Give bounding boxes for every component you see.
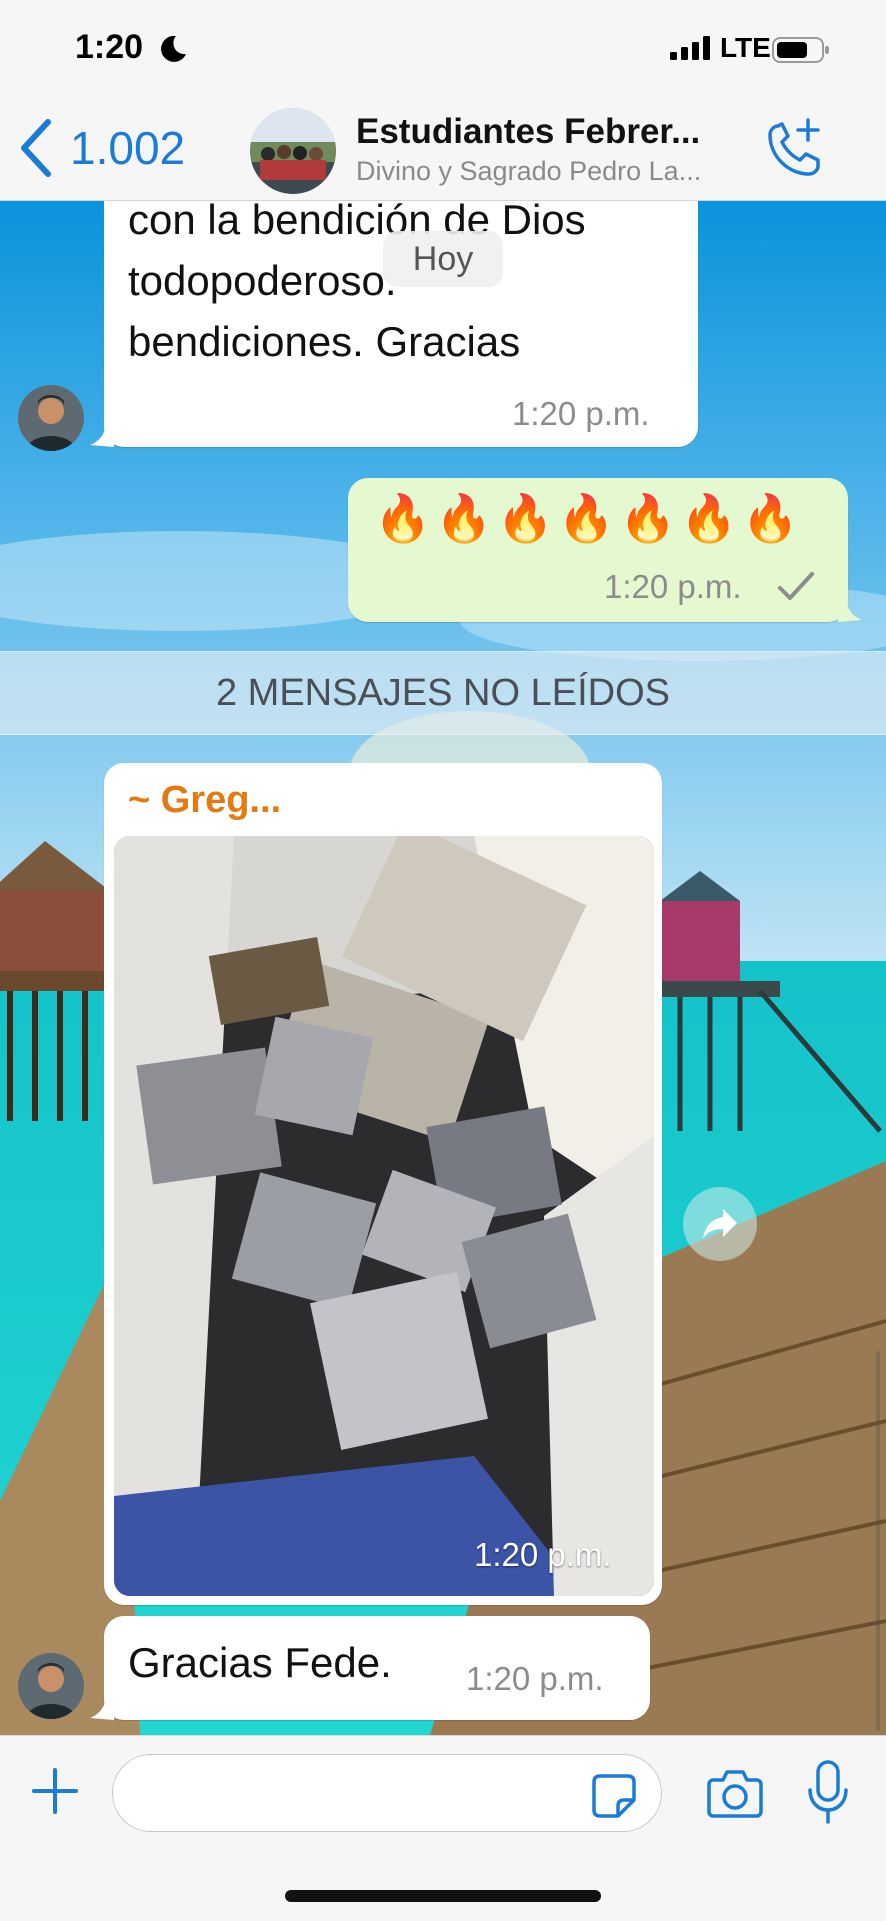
composer-bar [0,1735,886,1921]
back-chevron-icon [21,119,51,177]
chat-area: con la bendición de Dios todopoderoso. b… [0,201,886,1735]
unread-messages-separator: 2 MENSAJES NO LEÍDOS [0,651,886,735]
unread-chats-count: 1.002 [70,122,186,174]
forward-icon [703,1209,737,1239]
forward-button[interactable] [683,1187,757,1261]
home-indicator[interactable] [285,1890,601,1902]
message-emoji: 🔥🔥🔥🔥🔥🔥🔥 [374,491,803,545]
network-type: LTE [720,32,771,63]
status-time: 1:20 [75,28,144,66]
signal-icon [670,36,710,60]
sticker-icon [592,1774,636,1818]
battery-icon [772,37,829,63]
status-bar: 1:20 LTE [0,0,886,100]
moon-icon [161,35,186,62]
photo-time: 1:20 p.m. [474,1536,612,1573]
plus-icon [32,1768,78,1814]
bubble-tail [90,421,114,447]
message-time: 1:20 p.m. [604,568,742,605]
group-title[interactable]: Estudiantes Febrer... [356,112,700,152]
message-time: 1:20 p.m. [466,1660,604,1697]
message-input[interactable] [112,1754,662,1832]
camera-icon [707,1770,763,1818]
message-text-line: bendiciones. Gracias [128,318,521,365]
bubble-tail [90,1694,114,1720]
incoming-message-bubble[interactable]: Gracias Fede. 1:20 p.m. [104,1616,650,1720]
message-text-line: con la bendición de Dios [128,201,586,243]
microphone-icon [808,1760,848,1824]
attach-button[interactable] [28,1764,82,1823]
sender-name[interactable]: ~ Greg... [128,779,281,822]
sticker-button[interactable] [590,1772,638,1825]
camera-button[interactable] [707,1768,763,1823]
sender-avatar[interactable] [18,385,84,451]
back-button[interactable]: 1.002 [18,116,185,180]
sender-avatar[interactable] [18,1653,84,1719]
message-photo[interactable]: 1:20 p.m. [114,836,654,1596]
message-text: Gracias Fede. [128,1639,392,1686]
checkmark-icon [778,572,814,600]
group-subtitle[interactable]: Divino y Sagrado Pedro La... [356,156,701,187]
add-call-button[interactable] [764,118,824,185]
message-text-line: todopoderoso. [128,257,397,304]
message-time: 1:20 p.m. [512,395,650,432]
chat-header: 1.002 Estudiantes Febrer... Divino y Sag… [0,100,886,201]
group-avatar[interactable] [250,108,336,194]
bubble-tail [838,596,862,622]
add-call-icon [768,118,820,176]
date-pill: Hoy [383,231,503,287]
outgoing-message-bubble[interactable]: 🔥🔥🔥🔥🔥🔥🔥 1:20 p.m. [348,478,848,622]
scroll-indicator[interactable] [876,1351,880,1731]
voice-message-button[interactable] [806,1758,850,1833]
